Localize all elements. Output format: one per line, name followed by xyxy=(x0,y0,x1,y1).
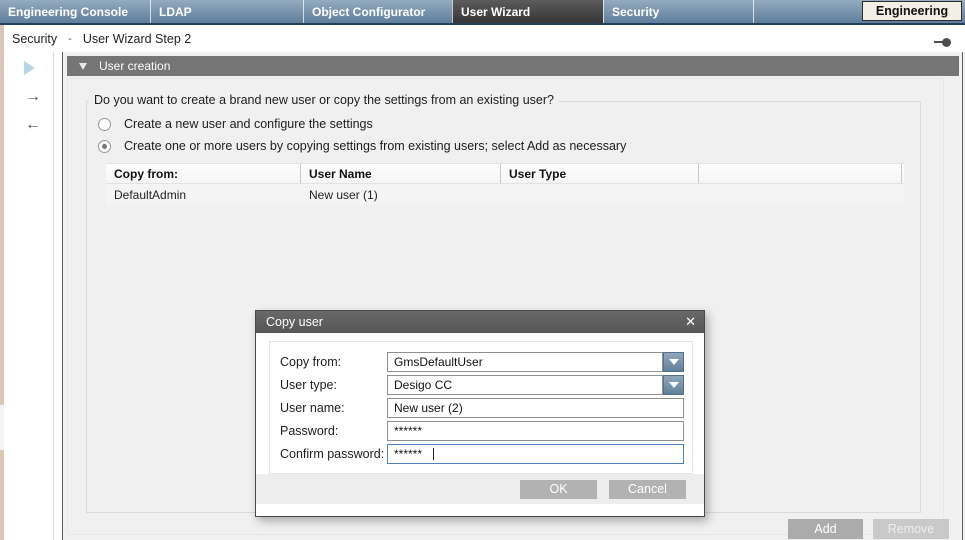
play-icon[interactable] xyxy=(24,61,35,75)
groupbox-question: Do you want to create a brand new user o… xyxy=(89,93,559,107)
dialog-title-bar[interactable]: Copy user ✕ xyxy=(256,311,704,333)
add-button[interactable]: Add xyxy=(788,519,863,539)
user-name-label: User name: xyxy=(280,401,387,415)
column-header-empty[interactable] xyxy=(699,164,902,183)
radio-option-new-user[interactable]: Create a new user and configure the sett… xyxy=(98,117,373,131)
dialog-title: Copy user xyxy=(266,315,323,329)
copy-users-table: Copy from: User Name User Type DefaultAd… xyxy=(106,163,904,205)
top-tab-bar: Engineering Console LDAP Object Configur… xyxy=(0,0,965,25)
password-field-wrap xyxy=(387,421,684,441)
tab-user-wizard[interactable]: User Wizard xyxy=(452,0,603,23)
cell-extra xyxy=(699,184,902,205)
dialog-form-panel: Copy from: GmsDefaultUser User type: Des… xyxy=(269,341,693,474)
pin-icon-dot xyxy=(942,38,951,47)
copy-from-dropdown[interactable]: GmsDefaultUser xyxy=(387,352,684,372)
remove-button-disabled[interactable]: Remove xyxy=(873,519,949,539)
user-type-dropdown[interactable]: Desigo CC xyxy=(387,375,684,395)
confirm-password-field[interactable] xyxy=(387,444,684,464)
table-header-row: Copy from: User Name User Type xyxy=(106,163,904,184)
user-name-field-wrap xyxy=(387,398,684,418)
tab-engineering-console[interactable]: Engineering Console xyxy=(0,0,150,23)
engineering-mode-button[interactable]: Engineering xyxy=(862,1,962,21)
dropdown-arrow-icon xyxy=(669,382,679,388)
tab-security[interactable]: Security xyxy=(603,0,753,23)
text-cursor xyxy=(433,448,434,460)
breadcrumb-separator: - xyxy=(68,33,72,45)
tab-object-configurator[interactable]: Object Configurator xyxy=(303,0,452,23)
dropdown-arrow-icon xyxy=(669,359,679,365)
close-icon[interactable]: ✕ xyxy=(685,311,696,333)
password-field[interactable] xyxy=(387,421,684,441)
collapse-triangle-icon xyxy=(79,63,87,70)
cell-user-name: New user (1) xyxy=(301,184,501,205)
breadcrumb-row: Security - User Wizard Step 2 xyxy=(0,25,965,52)
section-header-label: User creation xyxy=(99,59,170,73)
table-row[interactable]: DefaultAdmin New user (1) xyxy=(106,184,904,205)
user-name-field[interactable] xyxy=(387,398,684,418)
sidebar-divider xyxy=(53,52,54,540)
confirm-password-label: Confirm password: xyxy=(280,447,387,461)
breadcrumb-current: User Wizard Step 2 xyxy=(83,32,191,46)
user-type-label: User type: xyxy=(280,378,387,392)
form-row-password: Password: xyxy=(280,421,684,441)
tab-ldap[interactable]: LDAP xyxy=(150,0,303,23)
form-row-confirm-password: Confirm password: xyxy=(280,444,684,464)
forward-arrow-icon[interactable]: → xyxy=(18,89,48,105)
column-header-user-type[interactable]: User Type xyxy=(501,164,699,183)
cell-copy-from: DefaultAdmin xyxy=(106,184,301,205)
pin-icon[interactable] xyxy=(934,38,951,47)
copy-from-dropdown-value: GmsDefaultUser xyxy=(387,352,663,372)
form-row-user-name: User name: xyxy=(280,398,684,418)
user-creation-section-header[interactable]: User creation xyxy=(67,56,959,76)
copy-from-dropdown-button[interactable] xyxy=(663,352,684,372)
copy-from-label: Copy from: xyxy=(280,355,387,369)
password-label: Password: xyxy=(280,424,387,438)
wizard-sidebar: → ← xyxy=(4,52,62,540)
column-header-copy-from[interactable]: Copy from: xyxy=(106,164,301,183)
form-row-user-type: User type: Desigo CC xyxy=(280,375,684,395)
breadcrumb-root[interactable]: Security xyxy=(12,32,57,46)
user-type-dropdown-value: Desigo CC xyxy=(387,375,663,395)
cancel-button[interactable]: Cancel xyxy=(609,480,686,499)
back-arrow-icon[interactable]: ← xyxy=(18,117,48,133)
user-type-dropdown-button[interactable] xyxy=(663,375,684,395)
radio-button-unselected[interactable] xyxy=(98,118,111,131)
cell-user-type xyxy=(501,184,699,205)
ok-button[interactable]: OK xyxy=(520,480,597,499)
breadcrumb: Security - User Wizard Step 2 xyxy=(12,25,191,52)
radio-label-copy-users: Create one or more users by copying sett… xyxy=(124,139,626,153)
dialog-button-bar: OK Cancel xyxy=(256,474,704,504)
copy-user-dialog: Copy user ✕ Copy from: GmsDefaultUser Us… xyxy=(255,310,705,517)
radio-label-new-user: Create a new user and configure the sett… xyxy=(124,117,373,131)
confirm-password-field-wrap xyxy=(387,444,684,464)
radio-option-copy-users[interactable]: Create one or more users by copying sett… xyxy=(98,139,626,153)
column-header-user-name[interactable]: User Name xyxy=(301,164,501,183)
radio-button-selected[interactable] xyxy=(98,140,111,153)
form-row-copy-from: Copy from: GmsDefaultUser xyxy=(280,352,684,372)
